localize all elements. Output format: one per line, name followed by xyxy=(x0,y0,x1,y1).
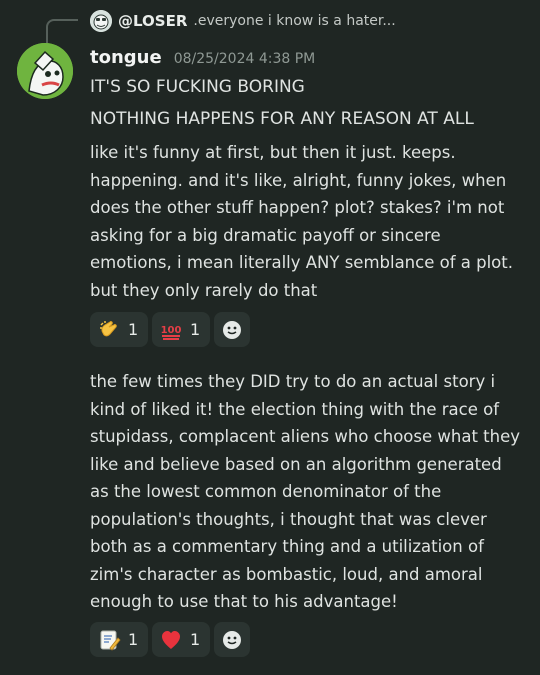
reaction-bar-2: 1 1 xyxy=(90,622,250,657)
reaction-count: 1 xyxy=(190,630,201,649)
message-paragraph-1: like it's funny at first, but then it ju… xyxy=(90,143,513,300)
reaction-count: 1 xyxy=(190,320,201,339)
add-reaction-button[interactable] xyxy=(214,312,250,347)
add-reaction-button[interactable] xyxy=(214,622,250,657)
reaction-bar-1: 1 100 1 xyxy=(90,312,250,347)
reaction-hundred-points[interactable]: 100 1 xyxy=(152,312,210,347)
reply-avatar[interactable] xyxy=(90,10,112,32)
reply-preview-text[interactable]: .everyone i know is a hater... xyxy=(193,13,395,29)
svg-text:100: 100 xyxy=(161,325,182,336)
reaction-red-heart[interactable]: 1 xyxy=(152,622,210,657)
add-reaction-smiley-icon xyxy=(223,630,241,649)
reaction-memo[interactable]: 1 xyxy=(90,622,148,657)
message-paragraph-2: the few times they DID try to do an actu… xyxy=(90,372,521,611)
author-avatar[interactable] xyxy=(17,43,73,99)
add-reaction-smiley-icon xyxy=(223,320,241,339)
memo-icon xyxy=(97,628,121,652)
reaction-count: 1 xyxy=(128,630,139,649)
message-line-1: IT'S SO FUCKING BORING xyxy=(90,77,305,97)
reply-username[interactable]: @LOSER xyxy=(118,12,187,30)
author-username[interactable]: tongue xyxy=(90,47,162,68)
hundred-points-icon: 100 xyxy=(159,318,183,342)
reply-reference[interactable]: @LOSER .everyone i know is a hater... xyxy=(90,8,396,34)
red-heart-icon xyxy=(159,628,183,652)
clapping-hands-icon xyxy=(97,318,121,342)
reply-connector-line xyxy=(46,19,78,43)
reaction-clapping-hands[interactable]: 1 xyxy=(90,312,148,347)
message-header: tongue 08/25/2024 4:38 PM xyxy=(90,47,315,68)
message-timestamp[interactable]: 08/25/2024 4:38 PM xyxy=(174,51,316,67)
reaction-count: 1 xyxy=(128,320,139,339)
message-line-2: NOTHING HAPPENS FOR ANY REASON AT ALL xyxy=(90,109,474,129)
